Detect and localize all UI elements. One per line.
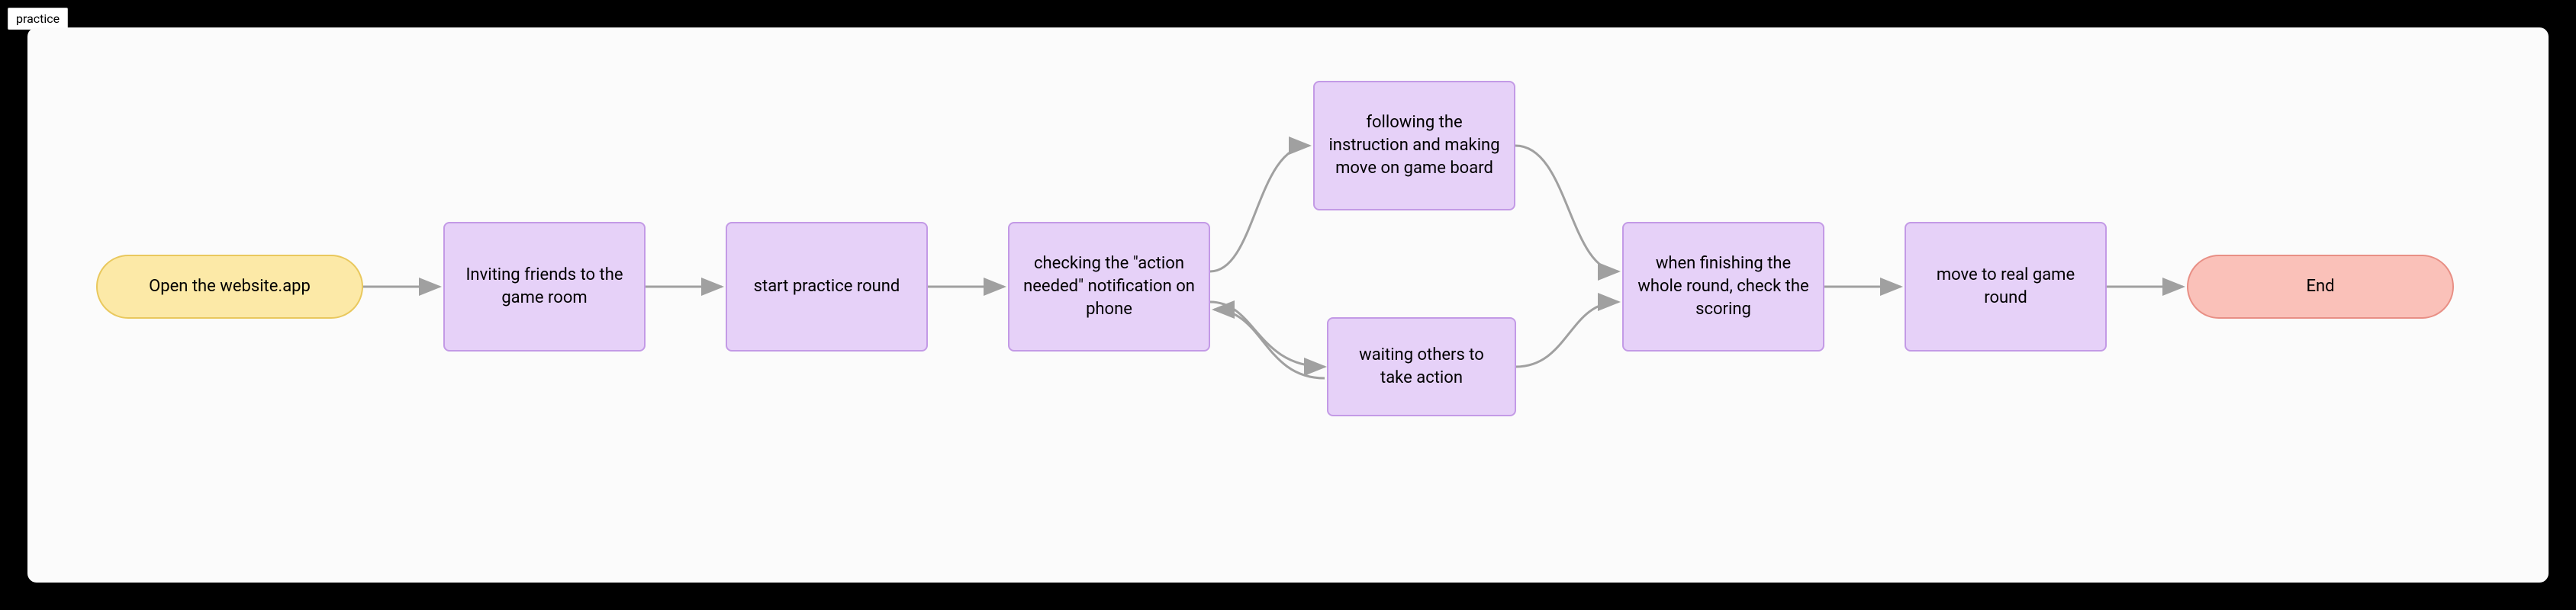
node-wait[interactable]: waiting others to take action [1327, 317, 1516, 416]
node-label: following the instruction and making mov… [1328, 111, 1500, 179]
node-label: waiting others to take action [1342, 344, 1501, 389]
node-label: End [2306, 275, 2334, 298]
tab-label: practice [16, 11, 60, 26]
node-label: Inviting friends to the game room [459, 264, 630, 309]
node-check[interactable]: checking the "action needed" notificatio… [1008, 222, 1210, 352]
node-end[interactable]: End [2187, 255, 2454, 319]
node-practice[interactable]: start practice round [726, 222, 928, 352]
node-follow[interactable]: following the instruction and making mov… [1313, 81, 1515, 210]
node-label: Open the website.app [149, 275, 311, 298]
node-move-real[interactable]: move to real game round [1905, 222, 2107, 352]
flow-arrows [27, 27, 2549, 583]
node-label: start practice round [754, 275, 900, 298]
diagram-canvas: Open the website.app Inviting friends to… [27, 27, 2549, 583]
node-finish[interactable]: when finishing the whole round, check th… [1622, 222, 1824, 352]
node-invite[interactable]: Inviting friends to the game room [443, 222, 646, 352]
node-label: move to real game round [1920, 264, 2091, 309]
node-label: when finishing the whole round, check th… [1637, 252, 1809, 320]
node-label: checking the "action needed" notificatio… [1023, 252, 1195, 320]
node-start[interactable]: Open the website.app [96, 255, 363, 319]
tab-practice[interactable]: practice [8, 8, 68, 30]
